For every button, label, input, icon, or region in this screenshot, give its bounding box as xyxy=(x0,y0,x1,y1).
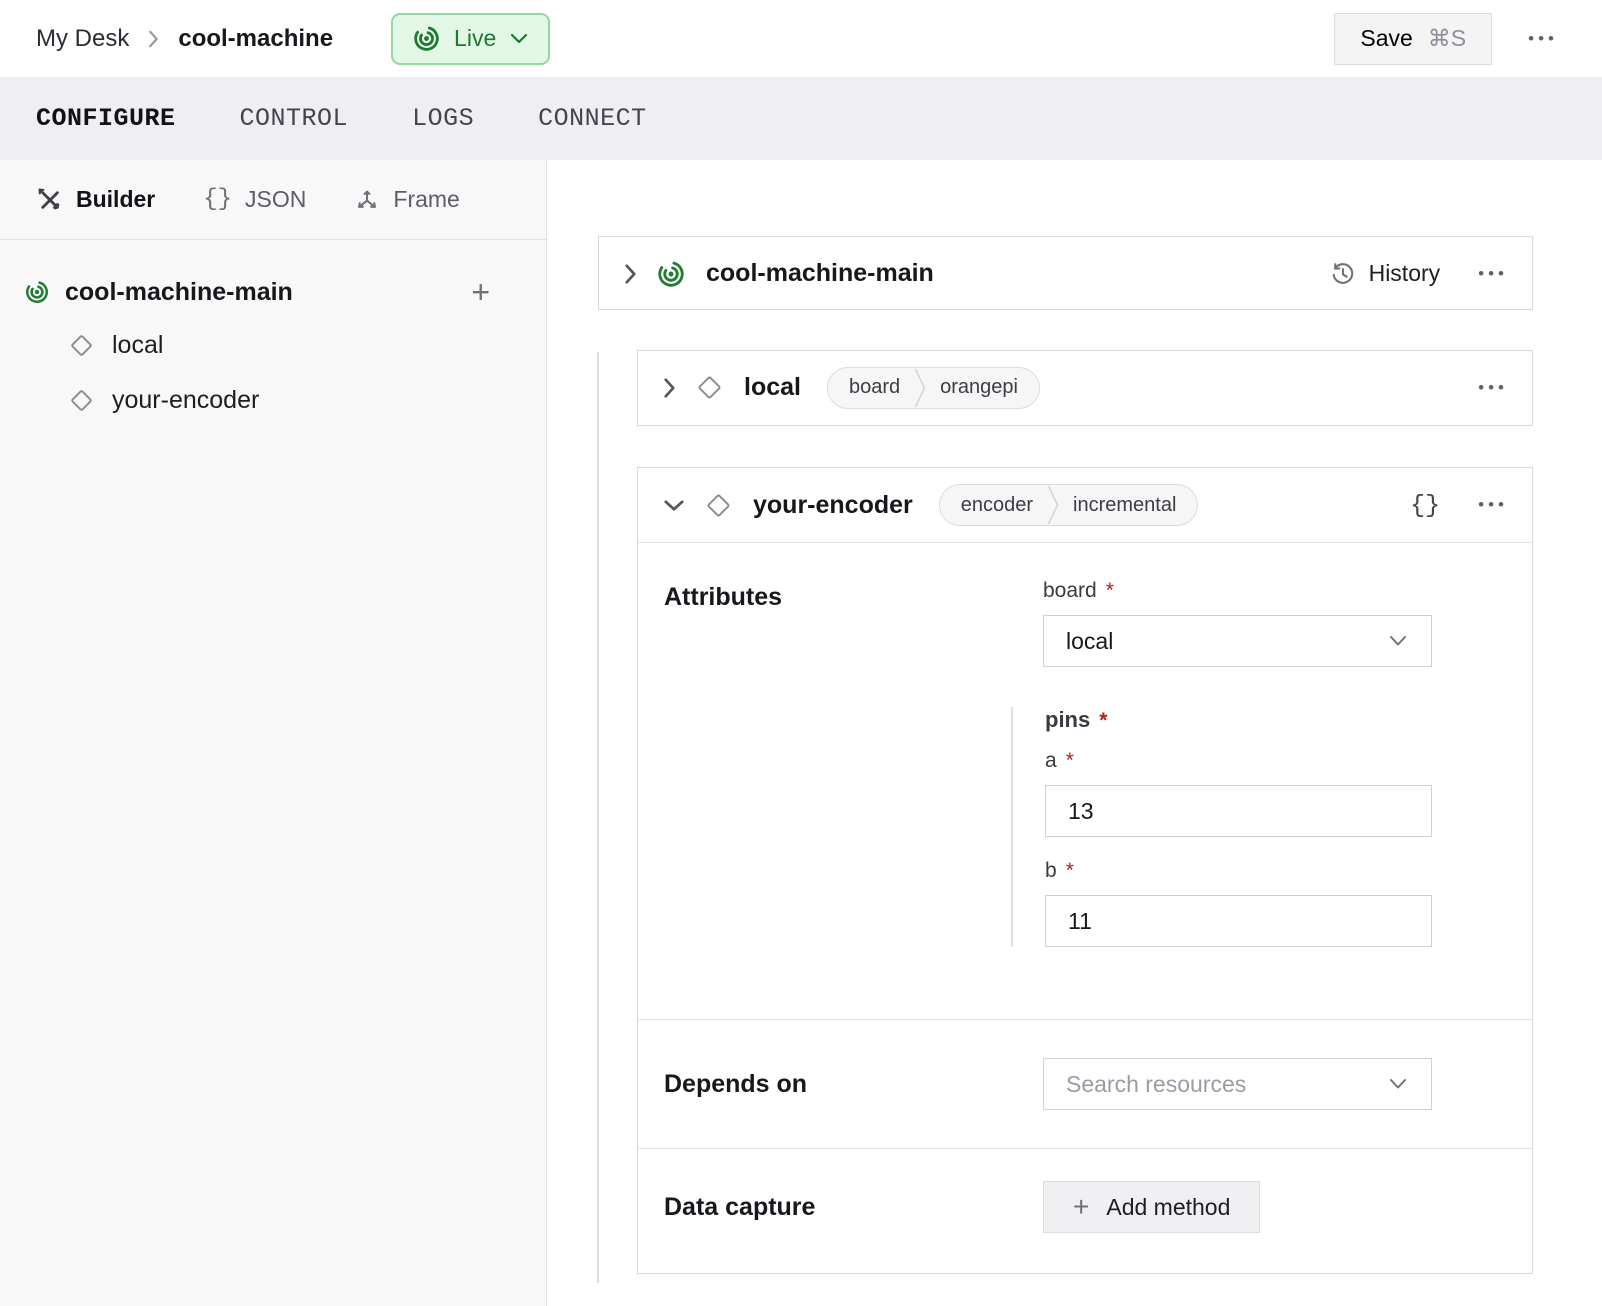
local-card-menu[interactable]: ••• xyxy=(1478,378,1508,398)
braces-icon: {} xyxy=(203,186,232,213)
tree-item-machine[interactable]: cool-machine-main + xyxy=(24,266,490,318)
component-diamond-icon xyxy=(704,491,733,520)
required-marker: * xyxy=(1066,749,1074,773)
viam-logo-icon xyxy=(412,24,441,53)
component-diamond-icon xyxy=(68,332,95,359)
pin-a-input[interactable] xyxy=(1045,785,1432,837)
save-button[interactable]: Save ⌘S xyxy=(1334,13,1492,65)
encoder-card-menu[interactable]: ••• xyxy=(1478,495,1508,515)
required-marker: * xyxy=(1099,709,1107,733)
pins-group: pins * a * b xyxy=(1011,707,1432,947)
history-icon xyxy=(1329,260,1357,288)
machine-part-card: cool-machine-main History ••• xyxy=(598,236,1533,310)
component-diamond-icon xyxy=(68,387,95,414)
chevron-down-icon xyxy=(509,32,529,45)
history-label: History xyxy=(1369,260,1441,287)
save-label: Save xyxy=(1360,25,1412,52)
resource-tree: cool-machine-main + local your-encoder xyxy=(0,240,546,428)
history-button[interactable]: History xyxy=(1329,260,1441,288)
tree-connector-line xyxy=(597,352,599,1283)
tab-control[interactable]: CONTROL xyxy=(240,104,349,133)
mode-builder-label: Builder xyxy=(76,186,155,213)
tree-item-your-encoder[interactable]: your-encoder xyxy=(24,373,490,428)
tab-logs[interactable]: LOGS xyxy=(412,104,474,133)
config-sidebar: Builder {} JSON Frame xyxy=(0,160,547,1306)
required-marker: * xyxy=(1106,579,1114,603)
view-mode-toggle: Builder {} JSON Frame xyxy=(0,160,546,240)
local-card-title: local xyxy=(744,373,801,402)
encoder-card: your-encoder encoder incremental {} ••• xyxy=(637,467,1533,1274)
resource-type-badge: encoder incremental xyxy=(939,484,1199,526)
breadcrumb: My Desk cool-machine xyxy=(36,25,333,53)
attributes-label: Attributes xyxy=(664,579,1043,947)
board-select-value: local xyxy=(1066,628,1113,655)
viam-machine-icon xyxy=(24,279,50,305)
collapse-chevron-icon[interactable] xyxy=(662,498,686,513)
tools-icon xyxy=(36,186,63,213)
pins-group-label: pins xyxy=(1045,707,1090,733)
machine-card-menu[interactable]: ••• xyxy=(1478,264,1508,284)
tab-connect[interactable]: CONNECT xyxy=(538,104,647,133)
pin-b-input[interactable] xyxy=(1045,895,1432,947)
breadcrumb-root[interactable]: My Desk xyxy=(36,25,129,53)
config-main-panel: cool-machine-main History ••• xyxy=(547,160,1602,1306)
mode-frame[interactable]: Frame xyxy=(354,186,459,213)
tree-item-your-encoder-label: your-encoder xyxy=(112,386,259,415)
plus-icon: + xyxy=(1073,1193,1089,1221)
expand-chevron-icon[interactable] xyxy=(623,262,638,286)
add-component-button[interactable]: + xyxy=(471,276,490,308)
depends-on-select[interactable]: Search resources xyxy=(1043,1058,1432,1110)
depends-on-section: Depends on Search resources xyxy=(638,1020,1532,1148)
edit-json-button[interactable]: {} xyxy=(1410,491,1440,520)
mode-json-label: JSON xyxy=(245,186,306,213)
topbar-overflow-menu[interactable]: ••• xyxy=(1528,29,1558,49)
pin-b-label: b xyxy=(1045,859,1057,883)
encoder-card-title: your-encoder xyxy=(753,491,913,520)
tree-item-local-label: local xyxy=(112,331,163,360)
data-capture-section: Data capture + Add method xyxy=(638,1149,1532,1273)
badge-separator-chevron xyxy=(1047,484,1059,526)
data-capture-label: Data capture xyxy=(664,1193,1043,1222)
badge-model: incremental xyxy=(1059,494,1197,517)
chevron-down-icon xyxy=(1387,634,1409,648)
depends-on-label: Depends on xyxy=(664,1070,1043,1099)
top-bar: My Desk cool-machine Live xyxy=(0,0,1602,77)
badge-type: encoder xyxy=(940,494,1047,517)
badge-type: board xyxy=(828,376,914,399)
attributes-section: Attributes board * local pins xyxy=(638,543,1532,1019)
mode-json[interactable]: {} JSON xyxy=(203,186,306,213)
tab-bar: CONFIGURE CONTROL LOGS CONNECT xyxy=(0,77,1602,160)
frame-axes-icon xyxy=(354,187,380,213)
chevron-right-icon xyxy=(147,28,160,50)
expand-chevron-icon[interactable] xyxy=(662,376,677,400)
chevron-down-icon xyxy=(1387,1077,1409,1091)
tree-item-local[interactable]: local xyxy=(24,318,490,373)
board-select[interactable]: local xyxy=(1043,615,1432,667)
pin-a-label: a xyxy=(1045,749,1057,773)
add-method-label: Add method xyxy=(1106,1194,1230,1221)
tree-item-machine-label: cool-machine-main xyxy=(65,278,293,307)
required-marker: * xyxy=(1066,859,1074,883)
mode-builder[interactable]: Builder xyxy=(36,186,155,213)
live-status-dropdown[interactable]: Live xyxy=(391,13,550,65)
badge-model: orangepi xyxy=(926,376,1039,399)
component-diamond-icon xyxy=(695,373,724,402)
save-shortcut: ⌘S xyxy=(1428,25,1466,52)
machine-part-title: cool-machine-main xyxy=(706,259,934,288)
badge-separator-chevron xyxy=(914,367,926,409)
local-board-card: local board orangepi ••• xyxy=(637,350,1533,426)
add-method-button[interactable]: + Add method xyxy=(1043,1181,1260,1233)
resource-type-badge: board orangepi xyxy=(827,367,1040,409)
live-label: Live xyxy=(454,25,496,52)
depends-on-placeholder: Search resources xyxy=(1066,1071,1246,1098)
board-field-label: board xyxy=(1043,579,1097,603)
viam-machine-icon xyxy=(656,259,686,289)
breadcrumb-current: cool-machine xyxy=(178,25,333,53)
tab-configure[interactable]: CONFIGURE xyxy=(36,104,176,133)
mode-frame-label: Frame xyxy=(393,186,459,213)
